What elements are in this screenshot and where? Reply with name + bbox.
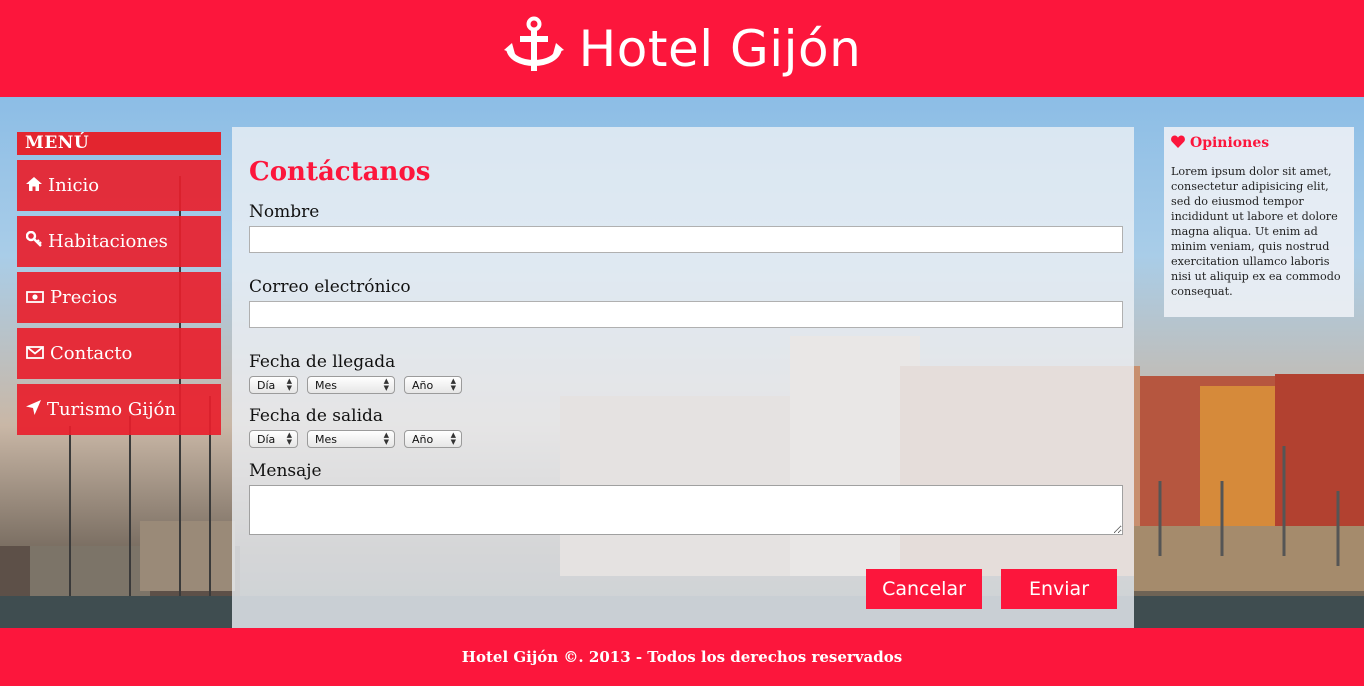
menu-item-label: Inicio [48, 175, 100, 196]
contact-panel: Contáctanos Nombre Correo electrónico Fe… [232, 127, 1134, 628]
footer-text: Hotel Gijón ©. 2013 - Todos los derechos… [461, 648, 903, 666]
departure-day-select[interactable]: Día ▲ ▼ [249, 430, 298, 448]
select-value: Día [257, 432, 276, 446]
arrival-label: Fecha de llegada [249, 352, 396, 372]
menu-item-turismo[interactable]: Turismo Gijón [17, 384, 221, 435]
select-value: Año [412, 378, 434, 392]
submit-button[interactable]: Enviar [1001, 569, 1117, 609]
select-arrows-icon: ▲ ▼ [383, 431, 389, 446]
select-value: Día [257, 378, 276, 392]
key-icon [25, 230, 42, 252]
menu-item-precios[interactable]: Precios [17, 272, 221, 323]
menu-item-label: Turismo Gijón [47, 399, 176, 420]
select-arrows-icon: ▲ ▼ [383, 377, 389, 392]
location-arrow-icon [26, 399, 41, 420]
reviews-text: Lorem ipsum dolor sit amet, consectetur … [1171, 165, 1341, 298]
menu-item-contacto[interactable]: Contacto [17, 328, 221, 379]
main-menu: MENÚ Inicio Habitaciones Precios Contact… [17, 132, 221, 435]
menu-item-label: Contacto [50, 343, 133, 364]
heart-icon [1171, 135, 1185, 152]
site-footer: Hotel Gijón ©. 2013 - Todos los derechos… [0, 628, 1364, 686]
reviews-sidebar: Opiniones Lorem ipsum dolor sit amet, co… [1164, 127, 1354, 317]
name-label: Nombre [249, 202, 320, 222]
home-icon [26, 175, 42, 196]
email-field[interactable] [249, 301, 1123, 328]
select-value: Mes [315, 378, 337, 392]
select-value: Año [412, 432, 434, 446]
email-label: Correo electrónico [249, 277, 411, 297]
reviews-title: Opiniones [1171, 133, 1347, 153]
arrival-year-select[interactable]: Año ▲ ▼ [404, 376, 462, 394]
departure-month-select[interactable]: Mes ▲ ▼ [307, 430, 395, 448]
select-value: Mes [315, 432, 337, 446]
menu-item-inicio[interactable]: Inicio [17, 160, 221, 211]
select-arrows-icon: ▲ ▼ [450, 431, 456, 446]
name-field[interactable] [249, 226, 1123, 253]
envelope-icon [26, 343, 44, 364]
page-title: Contáctanos [249, 157, 431, 187]
anchor-icon [503, 16, 565, 82]
brand[interactable]: Hotel Gijón [503, 16, 862, 82]
cancel-button[interactable]: Cancelar [866, 569, 982, 609]
departure-date-selects: Día ▲ ▼ Mes ▲ ▼ Año ▲ ▼ [249, 430, 1123, 448]
menu-item-habitaciones[interactable]: Habitaciones [17, 216, 221, 267]
menu-item-label: Precios [50, 287, 118, 308]
select-arrows-icon: ▲ ▼ [286, 377, 292, 392]
departure-label: Fecha de salida [249, 406, 384, 426]
form-actions: Cancelar Enviar [866, 569, 1117, 609]
arrival-month-select[interactable]: Mes ▲ ▼ [307, 376, 395, 394]
departure-year-select[interactable]: Año ▲ ▼ [404, 430, 462, 448]
message-label: Mensaje [249, 461, 322, 481]
arrival-date-selects: Día ▲ ▼ Mes ▲ ▼ Año ▲ ▼ [249, 376, 1123, 394]
money-icon [26, 287, 44, 308]
message-field[interactable] [249, 485, 1123, 535]
select-arrows-icon: ▲ ▼ [450, 377, 456, 392]
arrival-day-select[interactable]: Día ▲ ▼ [249, 376, 298, 394]
select-arrows-icon: ▲ ▼ [286, 431, 292, 446]
site-title: Hotel Gijón [578, 19, 862, 78]
menu-item-label: Habitaciones [48, 231, 168, 252]
menu-title: MENÚ [17, 132, 221, 155]
site-header: Hotel Gijón [0, 0, 1364, 97]
reviews-title-text: Opiniones [1190, 135, 1270, 151]
